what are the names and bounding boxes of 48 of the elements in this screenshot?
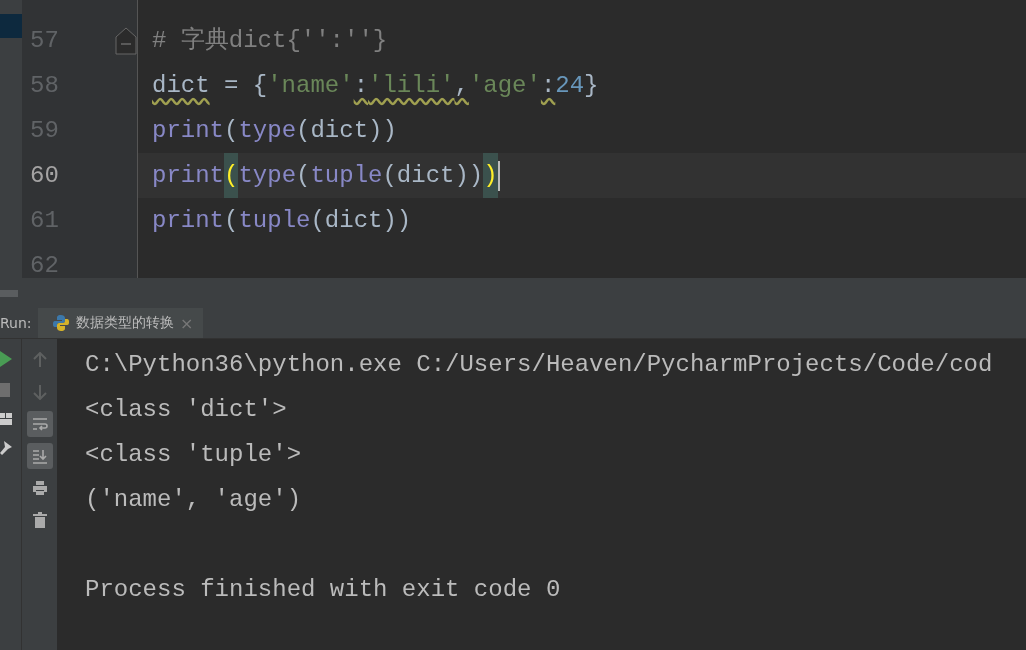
run-label: Run: (0, 315, 33, 331)
code-token: 'age' (468, 71, 541, 101)
arrow-down-icon (32, 384, 47, 400)
toolbar-button[interactable] (26, 443, 53, 469)
trash-icon (32, 512, 47, 528)
code-token: ( (224, 116, 239, 146)
code-token: ( (224, 206, 239, 236)
code-token: tuple (310, 161, 383, 191)
code-token: print (152, 116, 224, 146)
code-token: 'name' (267, 71, 354, 101)
line-number: 60 (30, 161, 59, 191)
code-token: } (584, 71, 599, 101)
text-caret (497, 160, 500, 191)
layout-icon[interactable] (0, 413, 12, 425)
code-token: : (540, 71, 556, 101)
arrow-up-icon (32, 352, 47, 368)
code-token: print (152, 161, 224, 191)
scroll-to-end-icon (31, 448, 48, 464)
code-token: , (454, 71, 469, 101)
code-token: tuple (238, 206, 311, 236)
run-icon[interactable] (0, 351, 12, 367)
code-token: type (238, 161, 297, 191)
run-tab[interactable]: 数据类型的转换 × (38, 308, 204, 338)
console-output-line: <class 'dict'> (85, 395, 288, 425)
code-token: ( (296, 161, 311, 191)
python-icon (52, 314, 70, 332)
code-token: dict (152, 71, 210, 101)
fold-marker-icon[interactable] (115, 26, 137, 55)
code-token: # 字典dict{'':''} (152, 25, 388, 56)
code-token: 24 (555, 71, 585, 101)
code-token: (dict)) (310, 206, 412, 236)
process-status-line: Process finished with exit code 0 (85, 575, 562, 605)
code-token: print (152, 206, 224, 236)
code-token: 'lili' (368, 71, 455, 101)
console-output-line: ('name', 'age') (85, 485, 303, 515)
code-token: ) (483, 153, 498, 198)
code-token: type (238, 116, 297, 146)
printer-icon (31, 480, 48, 496)
console-output-line: C:\Python36\python.exe C:/Users/Heaven/PycharmProjects/Code/cod (85, 350, 994, 380)
soft-wrap-icon (31, 416, 48, 432)
console-output-line: <class 'tuple'> (85, 440, 303, 470)
code-token: : (353, 71, 369, 101)
code-token: = { (223, 71, 268, 101)
code-token: (dict)) (382, 161, 484, 191)
scrollbar-thumb[interactable] (0, 289, 18, 297)
code-token: (dict)) (296, 116, 397, 146)
code-token: ( (224, 153, 239, 198)
toolbar-button[interactable] (26, 411, 53, 437)
